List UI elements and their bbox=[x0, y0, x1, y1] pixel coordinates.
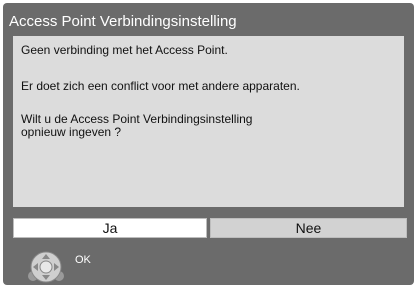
message-line-3: Wilt u de Access Point Verbindingsinstel… bbox=[21, 112, 253, 139]
message-panel: Geen verbinding met het Access Point. Er… bbox=[13, 36, 404, 207]
yes-button[interactable]: Ja bbox=[13, 218, 207, 238]
message-line-2: Er doet zich een conflict voor met ander… bbox=[21, 79, 300, 93]
ok-hint-label: OK bbox=[75, 254, 91, 266]
dialog-title: Access Point Verbindingsinstelling bbox=[9, 13, 237, 30]
no-button[interactable]: Nee bbox=[210, 218, 407, 238]
message-line-1: Geen verbinding met het Access Point. bbox=[21, 43, 228, 57]
dpad-ok-icon bbox=[25, 251, 69, 283]
access-point-dialog: Access Point Verbindingsinstelling Geen … bbox=[3, 3, 414, 285]
